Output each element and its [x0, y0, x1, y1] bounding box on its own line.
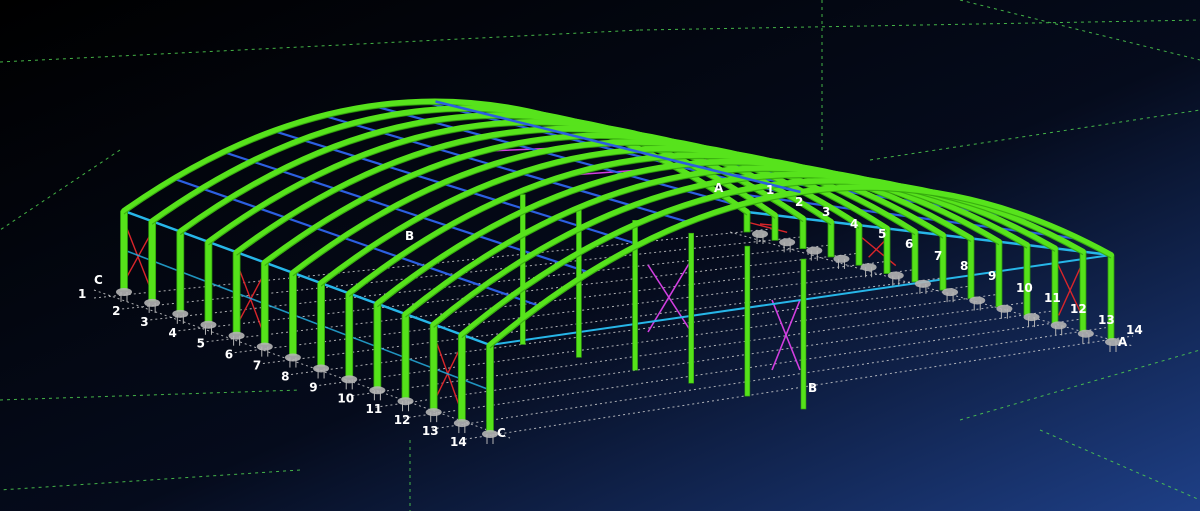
- front-base-plate-6: [256, 342, 273, 351]
- front-column-9: [345, 293, 354, 378]
- back-grid-number-13: 13: [1098, 313, 1115, 327]
- front-grid-number-11: 11: [366, 402, 383, 416]
- back-base-plate-11: [1023, 313, 1040, 322]
- back-grid-number-5: 5: [878, 227, 886, 241]
- front-base-plate-7: [284, 353, 301, 362]
- label-front-right-c: C: [497, 426, 506, 440]
- back-base-plate-3: [806, 246, 823, 255]
- interior-column-13: [800, 258, 807, 410]
- back-grid-number-6: 6: [905, 237, 913, 251]
- back-column-9: [967, 238, 975, 299]
- back-base-plate-8: [942, 288, 959, 297]
- back-grid-number-3: 3: [822, 205, 830, 219]
- back-base-plate-6: [887, 271, 904, 280]
- back-column-10: [995, 241, 1003, 308]
- front-base-plate-2: [144, 298, 161, 307]
- back-grid-number-4: 4: [850, 217, 858, 231]
- front-base-plate-9: [341, 375, 358, 384]
- back-base-plate-10: [996, 304, 1013, 313]
- front-column-4: [204, 241, 213, 324]
- back-grid-number-11: 11: [1044, 291, 1061, 305]
- label-front-mid-b: B: [808, 381, 817, 395]
- front-grid-number-10: 10: [337, 391, 354, 405]
- back-grid-number-12: 12: [1070, 302, 1087, 316]
- front-grid-number-4: 4: [168, 326, 176, 340]
- label-top-ridge-a: A: [714, 181, 724, 195]
- steel-frame-model[interactable]: C C A A B B 1234567891011121314123456789…: [0, 0, 1200, 511]
- back-base-plate-7: [914, 279, 931, 288]
- back-grid-number-1: 1: [766, 183, 774, 197]
- back-column-3: [799, 218, 807, 250]
- back-column-14: [1107, 254, 1115, 341]
- front-column-10: [373, 303, 382, 389]
- front-column-13: [457, 334, 466, 422]
- back-column-4: [827, 221, 835, 258]
- 3d-structure-viewport[interactable]: C C A A B B 1 2 3 4 5 6 7 8 9 10 11 12 13 14 1 2 3 4 5 6 7 8 9…: [0, 0, 1200, 511]
- front-grid-number-6: 6: [225, 348, 233, 362]
- back-base-plate-1: [752, 230, 768, 238]
- front-base-plate-12: [425, 408, 442, 417]
- front-base-plate-14: [482, 430, 498, 438]
- back-base-plate-13: [1077, 329, 1094, 338]
- interior-column-9: [688, 232, 695, 384]
- front-column-8: [317, 282, 325, 367]
- front-grid-number-3: 3: [140, 315, 148, 329]
- back-column-5: [855, 224, 863, 266]
- front-base-plate-3: [172, 309, 189, 318]
- front-column-3: [176, 231, 185, 313]
- front-grid-number-14: 14: [450, 435, 467, 449]
- back-base-plate-9: [969, 296, 986, 305]
- back-grid-number-7: 7: [934, 249, 942, 263]
- back-column-13: [1079, 251, 1087, 333]
- back-grid-number-2: 2: [795, 195, 803, 209]
- front-grid-number-7: 7: [253, 359, 261, 373]
- front-grid-number-1: 1: [78, 287, 86, 301]
- front-grid-number-13: 13: [422, 424, 439, 438]
- front-base-plate-8: [313, 364, 330, 373]
- front-grid-number-5: 5: [197, 337, 205, 351]
- front-grid-number-8: 8: [281, 369, 289, 383]
- back-base-plate-4: [833, 254, 850, 263]
- back-grid-number-10: 10: [1016, 281, 1033, 295]
- label-left-mid-b: B: [405, 229, 414, 243]
- front-base-plate-13: [453, 419, 470, 428]
- front-base-plate-4: [200, 320, 217, 329]
- front-grid-number-12: 12: [394, 413, 411, 427]
- front-base-plate-11: [397, 397, 414, 406]
- front-base-plate-10: [369, 386, 386, 395]
- back-base-plate-5: [860, 263, 877, 272]
- front-grid-number-2: 2: [112, 304, 120, 318]
- front-base-plate-1: [116, 288, 132, 296]
- back-base-plate-12: [1050, 321, 1067, 330]
- back-column-12: [1051, 247, 1059, 324]
- interior-column-11: [744, 245, 751, 397]
- front-column-14: [486, 344, 494, 433]
- front-column-7: [289, 272, 297, 356]
- label-back-right-a: A: [1118, 335, 1128, 349]
- front-grid-number-9: 9: [309, 380, 317, 394]
- front-column-6: [260, 262, 269, 346]
- front-column-12: [429, 323, 438, 411]
- back-base-plate-2: [779, 238, 796, 247]
- back-grid-number-14: 14: [1126, 323, 1143, 337]
- back-grid-number-9: 9: [988, 269, 996, 283]
- front-column-11: [401, 313, 410, 400]
- front-base-plate-5: [228, 331, 245, 340]
- label-front-left-c: C: [94, 273, 103, 287]
- back-column-2: [771, 214, 779, 241]
- back-grid-number-8: 8: [960, 259, 968, 273]
- front-column-5: [232, 251, 241, 335]
- front-column-1: [120, 210, 128, 291]
- front-column-2: [148, 220, 157, 302]
